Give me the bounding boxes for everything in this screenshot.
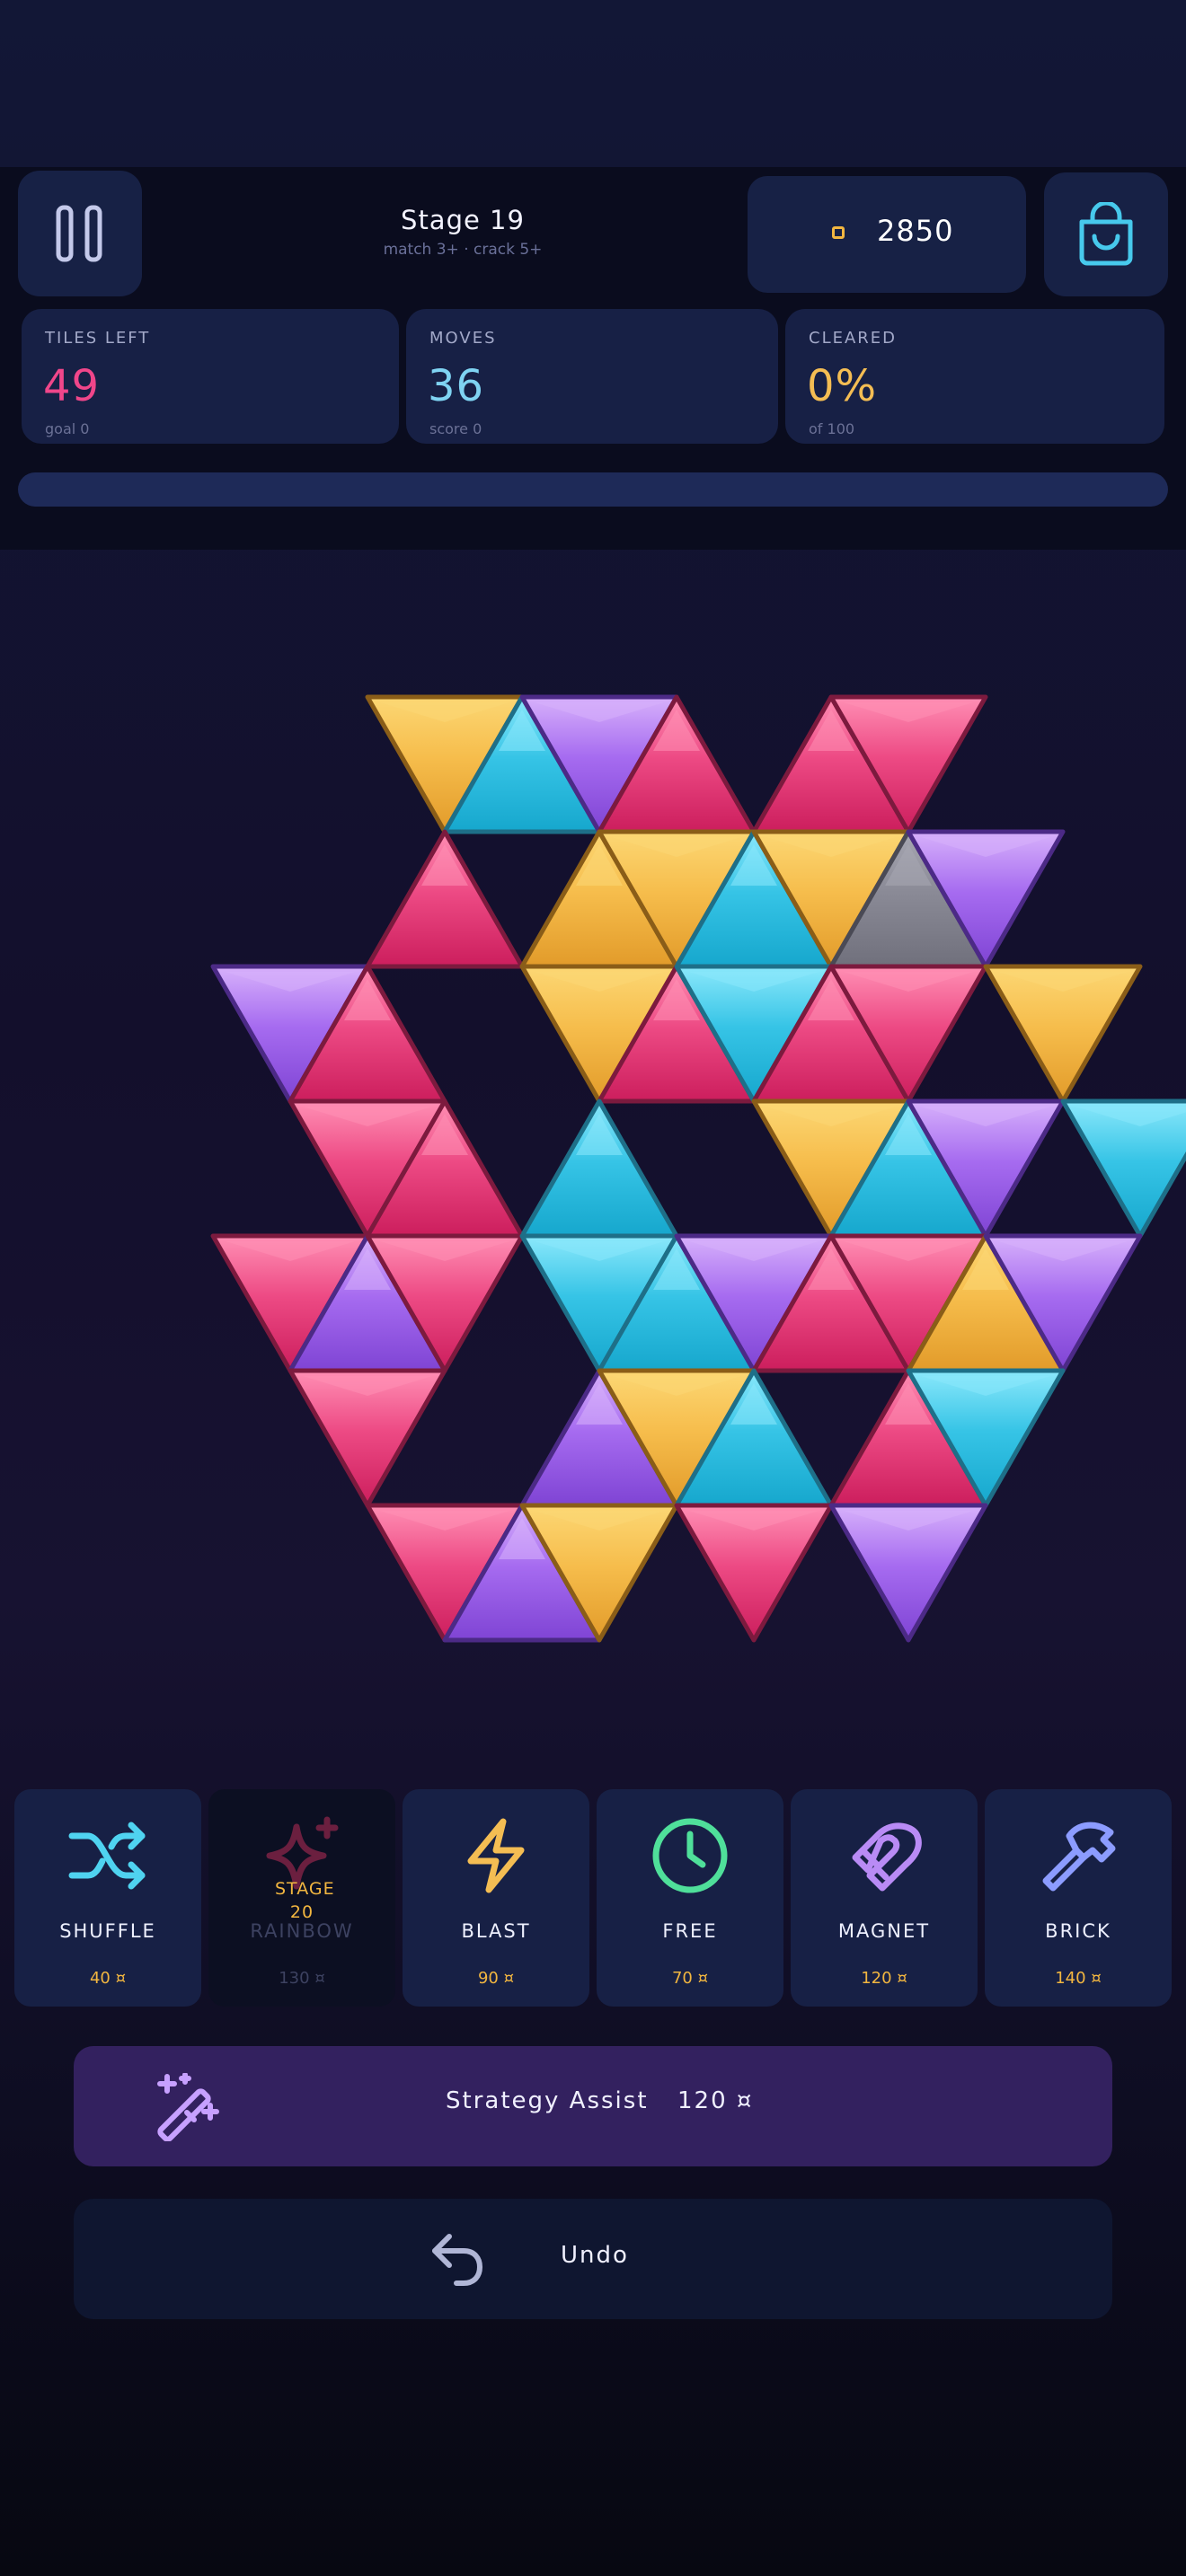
assist-price: 120 ¤	[677, 2087, 754, 2114]
lock-message: STAGE 20	[275, 1879, 335, 1922]
stat-cleared: CLEARED 0% of 100	[785, 309, 1164, 444]
powerup-price: 70 ¤	[671, 1969, 709, 1988]
strategy-assist-button[interactable]: Strategy Assist 120 ¤	[74, 2046, 1112, 2166]
powerup-name: BLAST	[461, 1920, 531, 1942]
stat-sub: score 0	[429, 420, 482, 437]
coin-counter: 2850	[748, 176, 1026, 293]
coin-balance: 2850	[877, 214, 954, 248]
shopping-bag-icon	[1079, 202, 1133, 266]
stat-label: TILES LEFT	[45, 329, 151, 348]
tile-m[interactable]	[365, 829, 525, 969]
powerup-price: 140 ¤	[1055, 1969, 1102, 1988]
powerup-price: 40 ¤	[89, 1969, 127, 1988]
undo-button[interactable]: Undo	[74, 2199, 1112, 2319]
lightning-icon	[467, 1818, 525, 1893]
stat-label: MOVES	[429, 329, 497, 348]
powerup-price: 120 ¤	[861, 1969, 907, 1988]
powerup-shuffle[interactable]: SHUFFLE 40 ¤	[14, 1789, 201, 2007]
powerup-name: RAINBOW	[250, 1920, 354, 1942]
assist-label: Strategy Assist	[446, 2087, 649, 2114]
stage-rule: match 3+ · crack 5+	[383, 241, 543, 259]
stat-sub: of 100	[809, 420, 855, 437]
powerup-brick[interactable]: BRICK 140 ¤	[985, 1789, 1172, 2007]
tile-m[interactable]	[288, 1368, 447, 1508]
powerup-magnet[interactable]: MAGNET 120 ¤	[791, 1789, 978, 2007]
powerup-rainbow: STAGE 20 RAINBOW 130 ¤	[208, 1789, 395, 2007]
powerup-name: BRICK	[1045, 1920, 1111, 1942]
game-board	[210, 694, 1186, 1643]
stat-tiles-left: TILES LEFT 49 goal 0	[22, 309, 399, 444]
tile-m[interactable]	[674, 1503, 834, 1643]
stat-moves: MOVES 36 score 0	[406, 309, 778, 444]
magnet-icon	[852, 1822, 922, 1892]
shop-button[interactable]	[1044, 172, 1168, 296]
stage-title: Stage 19	[401, 205, 525, 235]
pause-button[interactable]	[18, 171, 142, 296]
progress-bar	[18, 472, 1168, 507]
powerup-free[interactable]: FREE 70 ¤	[597, 1789, 783, 2007]
tile-c[interactable]	[519, 1098, 679, 1239]
tile-y[interactable]	[983, 964, 1143, 1104]
stat-value: 49	[43, 361, 101, 411]
tile-p[interactable]	[828, 1503, 988, 1643]
hammer-icon	[1042, 1822, 1116, 1892]
powerup-price: 130 ¤	[279, 1969, 325, 1988]
stat-value: 36	[428, 361, 485, 411]
coin-icon	[832, 226, 845, 239]
stat-sub: goal 0	[45, 420, 90, 437]
stat-label: CLEARED	[809, 329, 898, 348]
undo-label: Undo	[561, 2242, 629, 2269]
powerup-name: SHUFFLE	[59, 1920, 156, 1942]
shuffle-icon	[68, 1822, 146, 1890]
powerup-blast[interactable]: BLAST 90 ¤	[403, 1789, 589, 2007]
clock-icon	[652, 1818, 728, 1893]
powerup-price: 90 ¤	[477, 1969, 515, 1988]
pause-icon	[56, 205, 102, 262]
magic-wand-icon	[157, 2073, 219, 2141]
undo-icon	[432, 2234, 482, 2286]
powerup-name: FREE	[662, 1920, 718, 1942]
powerup-name: MAGNET	[837, 1920, 931, 1942]
tile-c[interactable]	[1060, 1098, 1186, 1239]
stat-value: 0%	[807, 361, 878, 411]
